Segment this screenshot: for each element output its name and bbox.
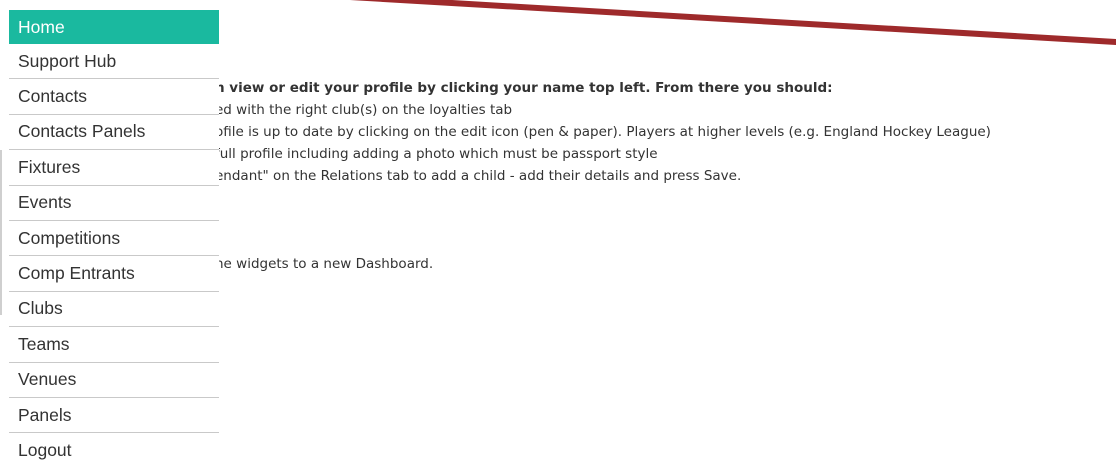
menu-item-venues[interactable]: Venues [9,363,219,398]
instruction-full-profile: full profile including adding a photo wh… [215,146,658,162]
instruction-relations: endant" on the Relations tab to add a ch… [215,168,742,184]
instruction-loyalties: ed with the right club(s) on the loyalti… [215,102,513,118]
menu-item-events[interactable]: Events [9,186,219,221]
profile-intro-text: n view or edit your profile by clicking … [215,80,833,96]
left-edge-divider [0,150,2,315]
menu-item-contacts-panels[interactable]: Contacts Panels [9,115,219,151]
menu-item-support-hub[interactable]: Support Hub [9,44,219,80]
side-menu: Home Support Hub Contacts Contacts Panel… [9,10,219,465]
instruction-dashboard: he widgets to a new Dashboard. [215,256,434,272]
menu-item-panels[interactable]: Panels [9,398,219,434]
instruction-edit-profile: ofile is up to date by clicking on the e… [215,124,991,140]
menu-item-logout[interactable]: Logout [9,433,219,465]
menu-item-fixtures[interactable]: Fixtures [9,150,219,186]
menu-item-comp-entrants[interactable]: Comp Entrants [9,256,219,292]
menu-item-competitions[interactable]: Competitions [9,221,219,257]
menu-item-home[interactable]: Home [9,10,219,44]
menu-item-teams[interactable]: Teams [9,327,219,363]
menu-item-clubs[interactable]: Clubs [9,292,219,328]
menu-item-contacts[interactable]: Contacts [9,79,219,115]
